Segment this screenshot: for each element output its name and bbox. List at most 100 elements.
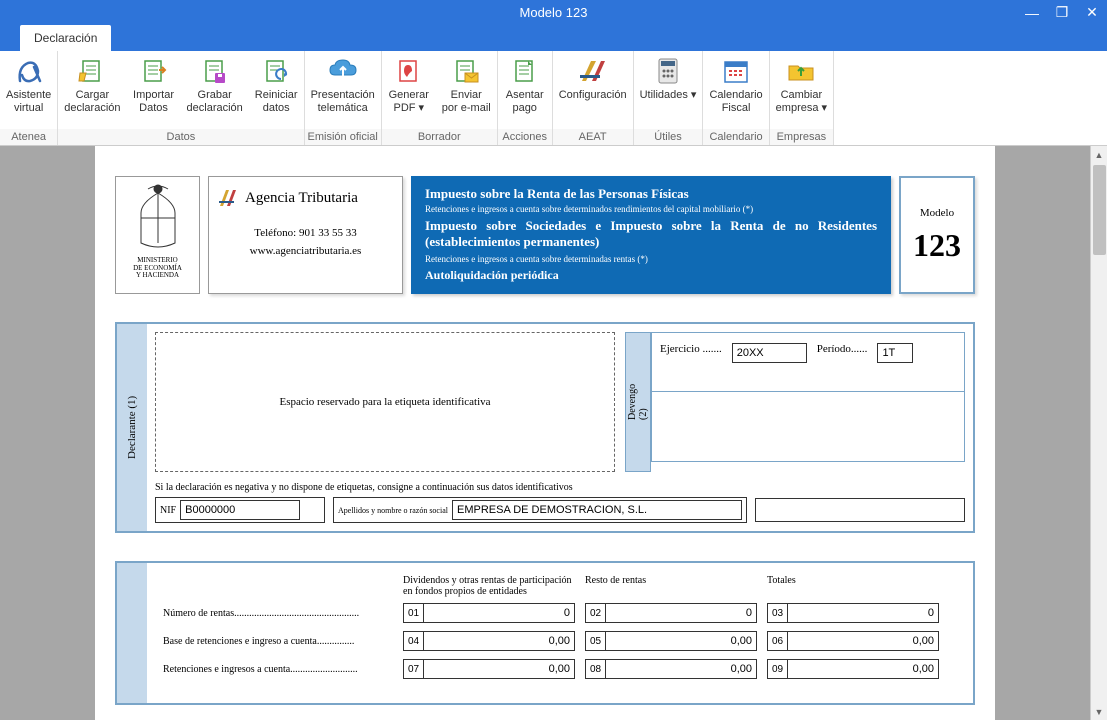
negativa-note: Si la declaración es negativa y no dispo…: [155, 482, 965, 493]
row-retenciones: Retenciones e ingresos a cuenta.........…: [163, 659, 957, 679]
calculator-icon: [652, 55, 684, 87]
group-borrador-label: Borrador: [382, 129, 497, 145]
cargar-declaracion-button[interactable]: Cargar declaración: [58, 51, 126, 129]
agencia-tel: Teléfono: 901 33 55 33: [217, 227, 394, 239]
cell-07-num: 07: [403, 659, 424, 679]
cell-01-num: 01: [403, 603, 424, 623]
pdf-icon: [393, 55, 425, 87]
calendar-icon: [720, 55, 752, 87]
impuesto-sub2: Retenciones e ingresos a cuenta sobre de…: [425, 254, 877, 264]
email-icon: [450, 55, 482, 87]
scroll-up-arrow[interactable]: ▲: [1091, 146, 1107, 163]
reiniciar-datos-button[interactable]: Reiniciar datos: [249, 51, 304, 129]
group-datos-label: Datos: [58, 129, 303, 145]
col2-head: Resto de rentas: [585, 575, 767, 597]
agencia-title: Agencia Tributaria: [217, 187, 394, 209]
cell-03-num: 03: [767, 603, 788, 623]
asentar-pago-button[interactable]: Asentar pago: [498, 51, 552, 129]
import-icon: [138, 55, 170, 87]
cell-07-input[interactable]: [424, 659, 575, 679]
config-label: Configuración: [559, 89, 627, 102]
liquidacion-section: Dividendos y otras rentas de participaci…: [115, 561, 975, 705]
generar-pdf-button[interactable]: Generar PDF ▾: [382, 51, 436, 129]
cell-09-input[interactable]: [788, 659, 939, 679]
cambiar-empresa-button[interactable]: Cambiar empresa ▾: [770, 51, 833, 129]
tabstrip: Declaración: [0, 25, 1107, 51]
cell-06-num: 06: [767, 631, 788, 651]
cell-05-num: 05: [585, 631, 606, 651]
asistente-label: Asistente virtual: [6, 89, 51, 114]
cell-08-num: 08: [585, 659, 606, 679]
cell-09-num: 09: [767, 659, 788, 679]
document-viewport[interactable]: MINISTERIO DE ECONOMÍA Y HACIENDA Agenci…: [0, 146, 1090, 720]
nif-cell: NIF: [155, 497, 325, 523]
group-emision-label: Emisión oficial: [305, 129, 381, 145]
save-icon: [199, 55, 231, 87]
group-atenea-label: Atenea: [0, 129, 57, 145]
enviar-email-button[interactable]: Enviar por e-mail: [436, 51, 497, 129]
close-button[interactable]: ✕: [1077, 0, 1107, 25]
etiqueta-box: Espacio reservado para la etiqueta ident…: [155, 332, 615, 472]
group-utiles-label: Útiles: [634, 129, 703, 145]
ejercicio-input[interactable]: [732, 343, 807, 363]
vertical-scrollbar[interactable]: ▲ ▼: [1090, 146, 1107, 720]
ministerio-box: MINISTERIO DE ECONOMÍA Y HACIENDA: [115, 176, 200, 294]
cell-05-input[interactable]: [606, 631, 757, 651]
cell-04-input[interactable]: [424, 631, 575, 651]
form-page: MINISTERIO DE ECONOMÍA Y HACIENDA Agenci…: [95, 146, 995, 720]
cell-01-input[interactable]: [424, 603, 575, 623]
liquidacion-vert: [117, 563, 147, 703]
cell-02-input[interactable]: [606, 603, 757, 623]
impuesto-box: Impuesto sobre la Renta de las Personas …: [411, 176, 891, 294]
presentacion-telematica-button[interactable]: Presentación telemática: [305, 51, 381, 129]
window-title: Modelo 123: [520, 5, 588, 20]
alpha-icon: [13, 55, 45, 87]
impuesto-auto: Autoliquidación periódica: [425, 268, 877, 283]
maximize-button[interactable]: ❐: [1047, 0, 1077, 25]
etiqueta-text: Espacio reservado para la etiqueta ident…: [279, 396, 490, 408]
minimize-button[interactable]: —: [1017, 0, 1047, 25]
scroll-down-arrow[interactable]: ▼: [1091, 703, 1107, 720]
reiniciar-label: Reiniciar datos: [255, 89, 298, 114]
devengo-label: Devengo (2): [625, 332, 651, 472]
importar-datos-button[interactable]: Importar Datos: [127, 51, 181, 129]
group-acciones-label: Acciones: [498, 129, 552, 145]
asistente-virtual-button[interactable]: Asistente virtual: [0, 51, 57, 129]
nif-input[interactable]: [180, 500, 300, 520]
declarante-label: Declarante (1): [117, 324, 147, 531]
document-check-icon: [509, 55, 541, 87]
cell-04-num: 04: [403, 631, 424, 651]
impuesto-h1a: Impuesto sobre la Renta de las Personas …: [425, 186, 877, 202]
grabar-declaracion-button[interactable]: Grabar declaración: [181, 51, 249, 129]
ribbon: Asistente virtual Atenea Cargar declarac…: [0, 51, 1107, 146]
cell-08-input[interactable]: [606, 659, 757, 679]
periodo-input[interactable]: [877, 343, 913, 363]
razon-cell: Apellidos y nombre o razón social: [333, 497, 747, 523]
folder-open-icon: [76, 55, 108, 87]
calendario-fiscal-button[interactable]: Calendario Fiscal: [703, 51, 768, 129]
razon-input[interactable]: [452, 500, 742, 520]
email-label: Enviar por e-mail: [442, 89, 491, 114]
grabar-label: Grabar declaración: [187, 89, 243, 114]
escudo-icon: [133, 183, 183, 253]
cargar-label: Cargar declaración: [64, 89, 120, 114]
impuesto-h1b: Impuesto sobre Sociedades e Impuesto sob…: [425, 218, 877, 250]
group-empresas-label: Empresas: [770, 129, 833, 145]
row3-label: Retenciones e ingresos a cuenta.........…: [163, 664, 403, 675]
utilidades-button[interactable]: Utilidades ▾: [634, 51, 703, 129]
extra-cell: [755, 498, 965, 522]
group-aeat-label: AEAT: [553, 129, 633, 145]
cell-06-input[interactable]: [788, 631, 939, 651]
configuracion-button[interactable]: Configuración: [553, 51, 633, 129]
row1-label: Número de rentas........................…: [163, 608, 403, 619]
refresh-icon: [260, 55, 292, 87]
utilidades-label: Utilidades ▾: [640, 89, 697, 102]
agencia-url: www.agenciatributaria.es: [217, 245, 394, 257]
agencia-box: Agencia Tributaria Teléfono: 901 33 55 3…: [208, 176, 403, 294]
titlebar: Modelo 123 — ❐ ✕: [0, 0, 1107, 25]
scroll-thumb[interactable]: [1093, 165, 1106, 255]
row-numero-rentas: Número de rentas........................…: [163, 603, 957, 623]
cell-03-input[interactable]: [788, 603, 939, 623]
tab-declaracion[interactable]: Declaración: [20, 25, 111, 51]
row-base-retenciones: Base de retenciones e ingreso a cuenta..…: [163, 631, 957, 651]
